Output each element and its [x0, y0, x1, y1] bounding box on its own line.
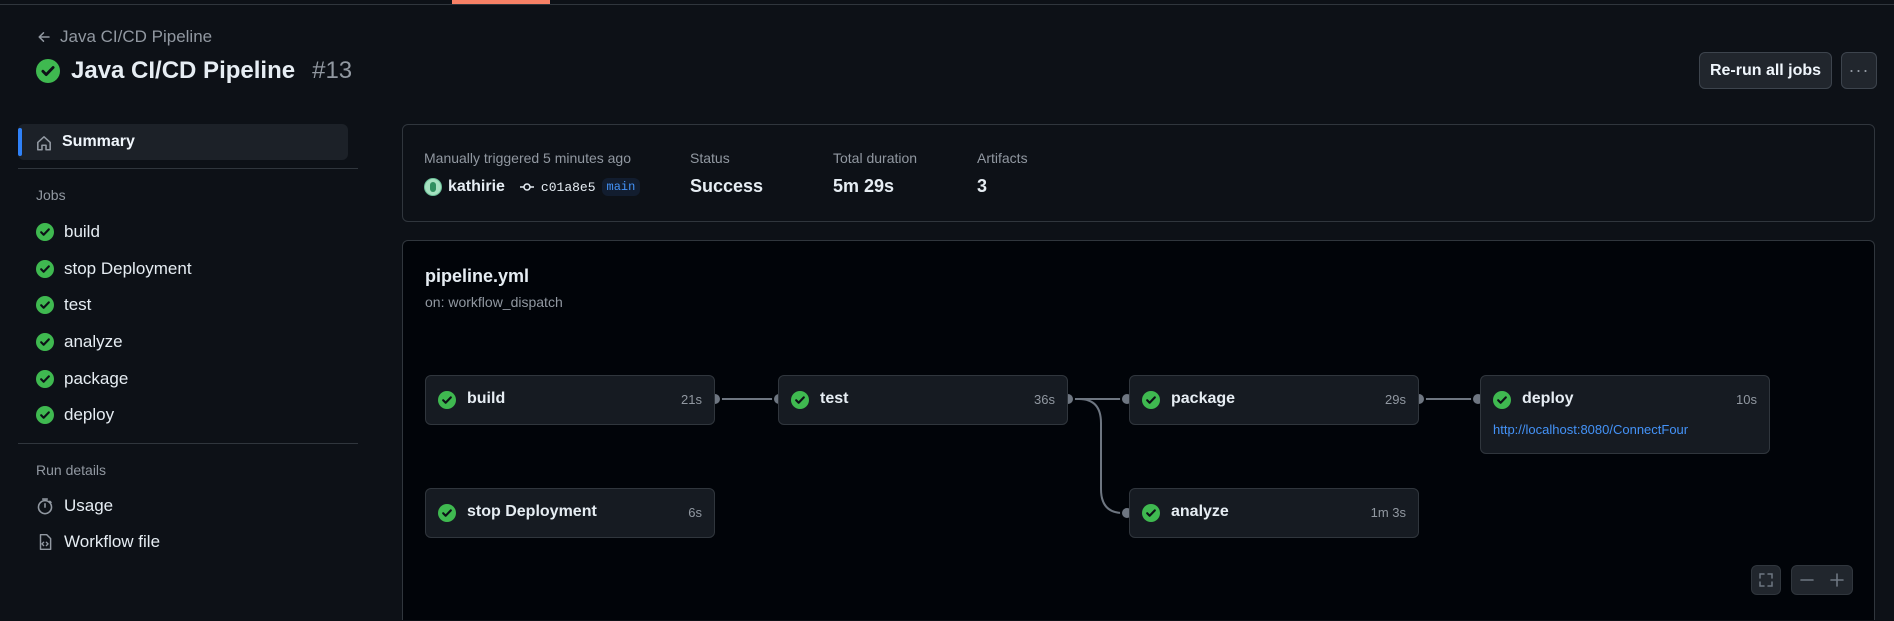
duration-value: 5m 29s — [833, 176, 895, 196]
fullscreen-button[interactable] — [1751, 565, 1781, 595]
sidebar-job-analyze[interactable]: analyze — [36, 332, 123, 352]
edge-test-analyze — [1069, 398, 1126, 514]
actor-name[interactable]: kathirie — [448, 178, 505, 196]
zoom-out-icon[interactable] — [1792, 565, 1822, 595]
success-check-icon — [36, 333, 54, 351]
page-title: Java CI/CD Pipeline — [71, 57, 296, 84]
run-summary-card: Manually triggered 5 minutes ago kathiri… — [402, 124, 1875, 222]
job-duration: 21s — [681, 392, 702, 407]
success-check-icon — [36, 223, 54, 241]
job-duration: 6s — [688, 505, 702, 520]
job-name: deploy — [1522, 390, 1574, 407]
back-link-label: Java CI/CD Pipeline — [60, 27, 213, 46]
arrow-left-icon — [38, 32, 50, 42]
run-details-heading: Run details — [36, 462, 107, 478]
duration-label: Total duration — [833, 150, 918, 166]
sidebar-item-workflow-file[interactable]: Workflow file — [36, 532, 160, 552]
sidebar-item-summary[interactable]: Summary — [18, 124, 348, 160]
sidebar-job-build[interactable]: build — [36, 222, 100, 242]
job-node-build[interactable]: build 21s — [425, 375, 715, 425]
avatar[interactable] — [424, 178, 442, 196]
run-number: #13 — [312, 57, 353, 84]
sidebar-job-label: package — [64, 369, 129, 388]
success-check-icon — [36, 370, 54, 388]
more-options-button[interactable]: ··· — [1841, 52, 1877, 89]
trigger-details: kathirie c01a8e5 main — [424, 178, 641, 196]
job-name: package — [1171, 390, 1236, 407]
sidebar-divider — [18, 168, 358, 169]
job-duration: 36s — [1034, 392, 1055, 407]
job-node-deploy[interactable]: deploy 10s http://localhost:8080/Connect… — [1480, 375, 1770, 454]
status-value: Success — [690, 176, 764, 196]
job-node-stop-deployment[interactable]: stop Deployment 6s — [425, 488, 715, 538]
back-to-workflow-link[interactable]: Java CI/CD Pipeline — [36, 27, 212, 47]
job-duration: 29s — [1385, 392, 1406, 407]
job-name: test — [820, 390, 849, 407]
job-node-analyze[interactable]: analyze 1m 3s — [1129, 488, 1419, 538]
deployment-url-link[interactable]: http://localhost:8080/ConnectFour — [1493, 422, 1688, 437]
commit-sha-link[interactable]: c01a8e5 — [541, 180, 596, 195]
fullscreen-icon — [1759, 573, 1773, 587]
sidebar-job-label: build — [64, 222, 100, 241]
success-check-icon — [791, 391, 809, 409]
jobs-heading: Jobs — [36, 187, 66, 203]
success-check-icon — [36, 296, 54, 314]
workflow-graph-card: pipeline.yml on: workflow_dispatch build… — [402, 240, 1875, 620]
sidebar-divider — [18, 443, 358, 444]
success-check-icon — [1493, 391, 1511, 409]
sidebar-job-stop-deployment[interactable]: stop Deployment — [36, 259, 192, 279]
zoom-in-icon[interactable] — [1822, 565, 1852, 595]
success-check-icon — [438, 391, 456, 409]
artifacts-count-link[interactable]: 3 — [977, 176, 987, 197]
zoom-controls — [1791, 565, 1853, 595]
sidebar-job-label: deploy — [64, 405, 115, 424]
success-check-icon — [36, 406, 54, 424]
job-duration: 1m 3s — [1370, 505, 1406, 520]
sidebar-item-usage[interactable]: Usage — [36, 496, 113, 516]
success-check-icon — [438, 504, 456, 522]
sidebar-job-test[interactable]: test — [36, 295, 91, 315]
job-duration: 10s — [1736, 392, 1757, 407]
trigger-label: Manually triggered 5 minutes ago — [424, 150, 632, 166]
job-name: build — [467, 390, 506, 407]
run-title: Java CI/CD Pipeline #13 — [36, 57, 352, 85]
sidebar-job-label: test — [64, 295, 92, 314]
stopwatch-icon — [37, 498, 53, 515]
git-commit-icon — [519, 183, 534, 191]
home-icon — [37, 136, 51, 151]
rerun-all-jobs-button[interactable]: Re-run all jobs — [1699, 52, 1832, 89]
artifacts-label: Artifacts — [977, 150, 1028, 166]
sidebar-job-label: stop Deployment — [64, 259, 192, 278]
sidebar-job-label: analyze — [64, 332, 123, 351]
job-name: stop Deployment — [467, 503, 597, 520]
sidebar-usage-label: Usage — [64, 496, 114, 515]
job-node-test[interactable]: test 36s — [778, 375, 1068, 425]
file-code-icon — [39, 533, 52, 551]
top-tab-bar — [0, 0, 1894, 5]
sidebar-job-deploy[interactable]: deploy — [36, 405, 114, 425]
active-tab-indicator — [452, 0, 550, 4]
branch-badge[interactable]: main — [601, 178, 641, 196]
status-label: Status — [690, 150, 730, 166]
success-check-icon — [36, 59, 60, 83]
active-indicator — [18, 128, 22, 156]
sidebar-job-package[interactable]: package — [36, 369, 128, 389]
success-check-icon — [1142, 504, 1160, 522]
job-node-package[interactable]: package 29s — [1129, 375, 1419, 425]
success-check-icon — [1142, 391, 1160, 409]
sidebar-workflow-file-label: Workflow file — [64, 532, 161, 551]
job-name: analyze — [1171, 503, 1229, 520]
success-check-icon — [36, 260, 54, 278]
kebab-horizontal-icon: ··· — [1848, 60, 1870, 80]
sidebar-summary-label: Summary — [62, 133, 135, 150]
